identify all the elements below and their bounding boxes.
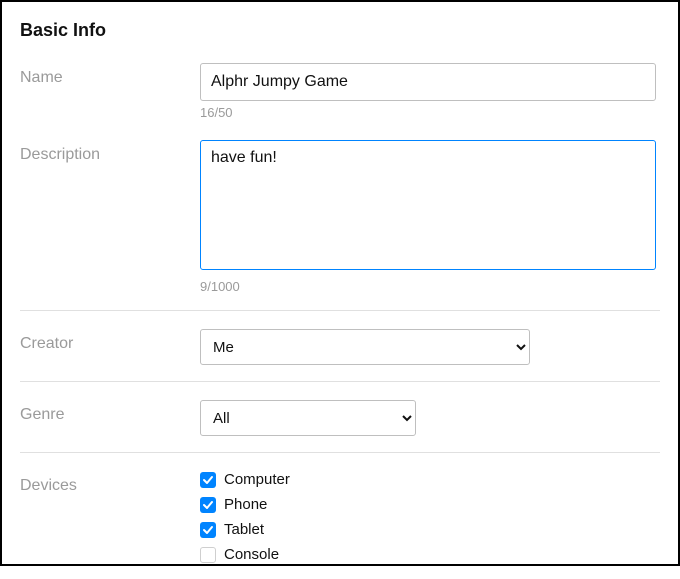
- creator-select[interactable]: Me: [200, 329, 530, 365]
- check-icon: [202, 474, 214, 486]
- device-checkbox-phone[interactable]: [200, 497, 216, 513]
- section-title: Basic Info: [20, 20, 660, 41]
- device-item-computer: Computer: [200, 471, 660, 488]
- check-icon: [202, 524, 214, 536]
- devices-label: Devices: [20, 471, 200, 495]
- device-item-console: Console: [200, 546, 660, 563]
- genre-select[interactable]: All: [200, 400, 416, 436]
- devices-checkbox-list: Computer Phone Tablet Console: [200, 471, 660, 563]
- device-checkbox-console[interactable]: [200, 547, 216, 563]
- name-input[interactable]: [200, 63, 656, 101]
- creator-label: Creator: [20, 329, 200, 353]
- description-field-col: 9/1000: [200, 140, 660, 294]
- check-icon: [202, 499, 214, 511]
- row-devices: Devices Computer Phone: [20, 452, 660, 579]
- row-name: Name 16/50: [20, 59, 660, 136]
- device-label-phone: Phone: [224, 496, 267, 513]
- device-item-tablet: Tablet: [200, 521, 660, 538]
- name-label: Name: [20, 63, 200, 87]
- creator-field-col: Me: [200, 329, 660, 365]
- genre-field-col: All: [200, 400, 660, 436]
- devices-field-col: Computer Phone Tablet Console: [200, 471, 660, 563]
- device-label-tablet: Tablet: [224, 521, 264, 538]
- description-counter: 9/1000: [200, 279, 660, 294]
- row-description: Description 9/1000: [20, 136, 660, 310]
- description-label: Description: [20, 140, 200, 164]
- device-label-console: Console: [224, 546, 279, 563]
- name-counter: 16/50: [200, 105, 660, 120]
- device-checkbox-computer[interactable]: [200, 472, 216, 488]
- device-item-phone: Phone: [200, 496, 660, 513]
- row-creator: Creator Me: [20, 310, 660, 381]
- device-checkbox-tablet[interactable]: [200, 522, 216, 538]
- genre-label: Genre: [20, 400, 200, 424]
- row-genre: Genre All: [20, 381, 660, 452]
- description-input[interactable]: [200, 140, 656, 270]
- device-label-computer: Computer: [224, 471, 290, 488]
- name-field-col: 16/50: [200, 63, 660, 120]
- basic-info-panel: Basic Info Name 16/50 Description 9/1000…: [0, 0, 680, 566]
